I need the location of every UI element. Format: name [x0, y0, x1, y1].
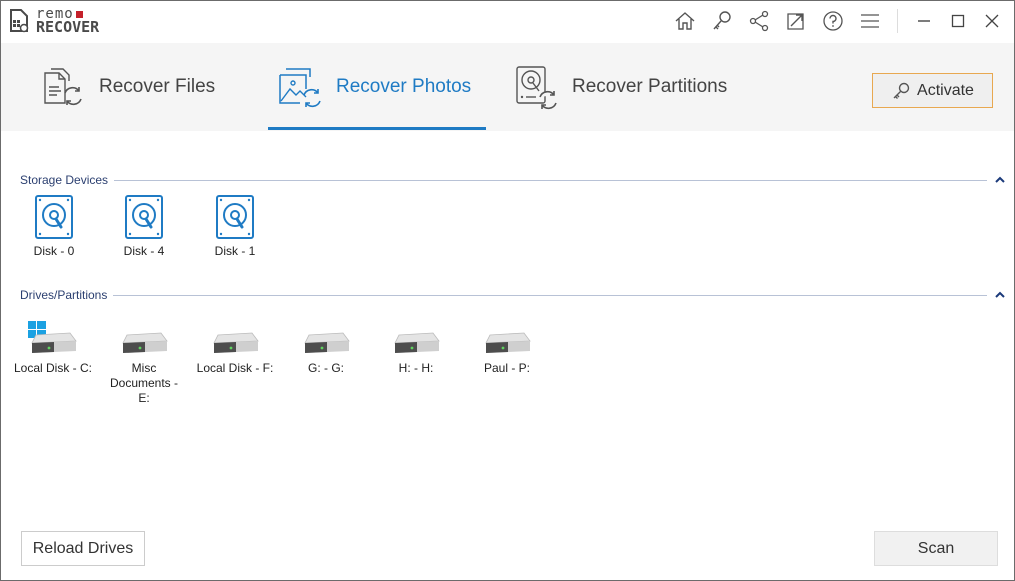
key-icon [893, 82, 910, 99]
tab-recover-photos[interactable]: Recover Photos [278, 43, 471, 131]
export-icon[interactable] [783, 8, 809, 34]
section-title: Drives/Partitions [20, 288, 108, 302]
drive-misc-documents-e[interactable]: Misc Documents - E: [102, 321, 186, 406]
tab-label: Recover Files [99, 76, 216, 97]
tab-label: Recover Photos [336, 76, 472, 97]
drive-local-disk-c[interactable]: Local Disk - C: [12, 321, 94, 376]
hard-disk-icon [35, 195, 73, 239]
drive-icon [394, 332, 440, 353]
activate-button[interactable]: Activate [872, 73, 993, 108]
drive-icon [213, 332, 259, 353]
drive-icon [304, 332, 350, 353]
help-icon[interactable] [820, 8, 846, 34]
reload-drives-button[interactable]: Reload Drives [21, 531, 145, 566]
recover-photos-icon [279, 68, 321, 108]
activate-label: Activate [917, 81, 974, 99]
logo-icon [10, 9, 29, 33]
drives-partitions-header: Drives/Partitions [20, 288, 1005, 302]
storage-device-disk-0[interactable]: Disk - 0 [14, 194, 94, 259]
device-label: Disk - 0 [33, 244, 75, 258]
drive-local-disk-f[interactable]: Local Disk - F: [195, 321, 275, 376]
storage-device-disk-4[interactable]: Disk - 4 [104, 194, 184, 259]
logo-red-dot [75, 10, 83, 18]
drive-label: Misc Documents - E: [109, 361, 179, 405]
recover-partitions-icon [516, 66, 557, 110]
device-label: Disk - 4 [123, 244, 165, 258]
tab-label: Recover Partitions [572, 76, 728, 97]
drive-h[interactable]: H: - H: [376, 321, 456, 376]
drive-paul-p[interactable]: Paul - P: [467, 321, 547, 376]
collapse-drives-chevron-up-icon[interactable] [995, 290, 1005, 300]
drive-g[interactable]: G: - G: [286, 321, 366, 376]
drive-icon [122, 332, 168, 353]
collapse-storage-devices-chevron-up-icon[interactable] [995, 175, 1005, 185]
active-tab-indicator [268, 127, 486, 130]
share-icon[interactable] [746, 8, 772, 34]
drive-label: Paul - P: [483, 361, 531, 375]
home-icon[interactable] [672, 8, 698, 34]
storage-device-disk-1[interactable]: Disk - 1 [195, 194, 275, 259]
close-icon[interactable] [978, 8, 1006, 34]
device-label: Disk - 1 [214, 244, 256, 258]
drive-label: G: - G: [308, 361, 344, 375]
logo-recover-text: RECOVER [36, 18, 100, 36]
title-bar: remo RECOVER [1, 1, 1014, 43]
remo-recover-logo: remo RECOVER [8, 7, 99, 35]
drive-label: Local Disk - C: [13, 361, 93, 375]
titlebar-separator [897, 9, 898, 33]
maximize-icon[interactable] [944, 8, 972, 34]
drive-label: Local Disk - F: [196, 361, 274, 375]
drive-icon [485, 332, 531, 353]
section-divider [114, 179, 987, 181]
key-icon[interactable] [709, 8, 735, 34]
hard-disk-icon [125, 195, 163, 239]
hard-disk-icon [216, 195, 254, 239]
tab-recover-partitions[interactable]: Recover Partitions [514, 43, 727, 131]
minimize-icon[interactable] [910, 8, 938, 34]
app-window: remo RECOVER Recover Files Recover Photo… [0, 0, 1015, 581]
section-divider [113, 294, 987, 296]
menu-icon[interactable] [857, 8, 883, 34]
section-title: Storage Devices [20, 173, 109, 187]
drive-label: H: - H: [398, 361, 434, 375]
tab-recover-files[interactable]: Recover Files [41, 43, 215, 131]
mode-tabs-bar: Recover Files Recover Photos Recover Par… [1, 43, 1014, 131]
drive-icon [31, 332, 77, 353]
storage-devices-header: Storage Devices [20, 173, 1005, 187]
scan-button[interactable]: Scan [874, 531, 998, 566]
recover-files-icon [44, 68, 82, 106]
